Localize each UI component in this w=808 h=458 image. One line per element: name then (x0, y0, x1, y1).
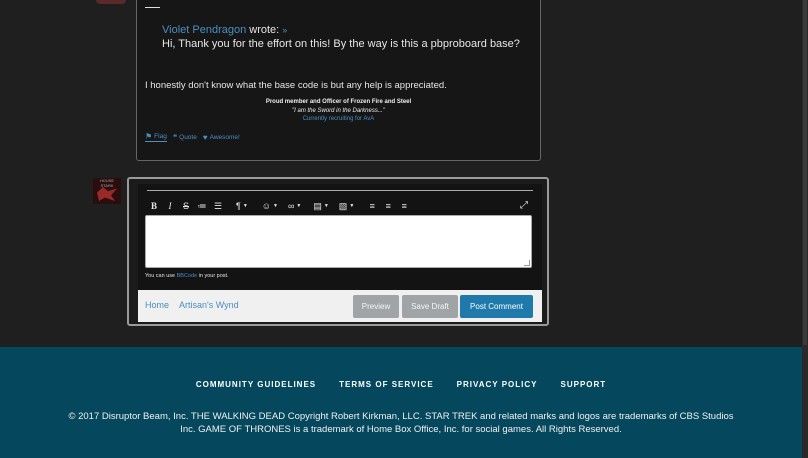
community-guidelines-link[interactable]: COMMUNITY GUIDELINES (196, 380, 316, 389)
emoji-icon: ☺ (261, 201, 271, 211)
resize-handle[interactable] (524, 260, 530, 266)
ordered-list-icon[interactable]: ≔ (196, 199, 208, 213)
copyright-text: © 2017 Disruptor Beam, Inc. THE WALKING … (40, 410, 762, 436)
post-body-text: I honestly don't know what the base code… (145, 80, 447, 91)
copyright-line-2: Inc. GAME OF THRONES is a trademark of H… (180, 424, 622, 435)
awesome-button[interactable]: ♥ Awesome! (203, 133, 240, 142)
breadcrumb-home-link[interactable]: Home (145, 300, 169, 310)
paragraph-format-dropdown[interactable]: ¶ ▼ (236, 199, 248, 213)
document-dropdown[interactable]: ▤ ▼ (313, 199, 328, 213)
support-link[interactable]: SUPPORT (561, 380, 607, 389)
comment-editor: B I S ≔ ☰ ¶ ▼ ☺ ▼ ∞ ▼ ▤ ▼ ▧ ▼ ≡ ≡ ≡ ⤢ You can… (127, 177, 549, 326)
quote-author-link[interactable]: Violet Pendragon (162, 24, 246, 36)
fullscreen-icon[interactable]: ⤢ (520, 200, 528, 211)
heart-icon: ♥ (202, 132, 208, 142)
editor-panel: B I S ≔ ☰ ¶ ▼ ☺ ▼ ∞ ▼ ▤ ▼ ▧ ▼ ≡ ≡ ≡ ⤢ You can… (138, 184, 542, 322)
image-dropdown[interactable]: ▧ ▼ (339, 199, 354, 213)
emoji-dropdown[interactable]: ☺ ▼ (262, 199, 278, 213)
save-draft-button[interactable]: Save Draft (402, 295, 458, 318)
quote-header: Violet Pendragon wrote: » (162, 24, 287, 36)
breadcrumb-board-link[interactable]: Artisan's Wynd (179, 300, 239, 310)
signature-line-1: Proud member and Officer of Frozen Fire … (265, 99, 412, 105)
align-center-icon[interactable]: ≡ (382, 199, 394, 213)
paragraph-icon: ¶ (236, 201, 241, 211)
link-icon: ∞ (287, 201, 295, 211)
preview-button[interactable]: Preview (353, 295, 399, 318)
bbcode-note: You can use BBCode in your post. (145, 273, 229, 279)
bbcode-prefix: You can use (145, 273, 176, 279)
terms-of-service-link[interactable]: TERMS OF SERVICE (339, 380, 434, 389)
avatar-label: HOUSE STARK (99, 178, 115, 188)
direwolf-sigil-icon (97, 187, 117, 201)
awesome-label: Awesome! (209, 133, 240, 141)
quote-button[interactable]: ❝ Quote (173, 133, 197, 142)
editor-toolbar: B I S ≔ ☰ ¶ ▼ ☺ ▼ ∞ ▼ ▤ ▼ ▧ ▼ ≡ ≡ ≡ (148, 199, 410, 213)
breadcrumb: Home Artisan's Wynd (145, 300, 239, 310)
align-left-icon[interactable]: ≡ (366, 199, 378, 213)
post-actions: ⚑ Flag ❝ Quote ♥ Awesome! (145, 132, 240, 142)
quote-label: Quote (179, 133, 197, 141)
bbcode-link[interactable]: BBCode (177, 273, 198, 279)
privacy-policy-link[interactable]: PRIVACY POLICY (457, 380, 538, 389)
previous-avatar (96, 0, 126, 4)
chevron-down-icon: ▼ (273, 203, 278, 209)
post-comment-button[interactable]: Post Comment (460, 295, 533, 318)
site-footer: COMMUNITY GUIDELINES TERMS OF SERVICE PR… (0, 347, 802, 458)
signature-recruiting-link[interactable]: Currently recruiting for AvA (137, 116, 540, 122)
flag-label: Flag (154, 133, 167, 140)
quote-source-link-icon[interactable]: » (282, 25, 287, 35)
signature-line-2: "I am the Sword in the Darkness..." (292, 108, 385, 114)
italic-icon[interactable]: I (164, 199, 176, 213)
editor-divider (147, 190, 533, 191)
chevron-down-icon: ▼ (296, 203, 302, 209)
divider (145, 7, 160, 8)
scrollbar-thumb[interactable] (803, 0, 807, 345)
user-avatar[interactable]: HOUSE STARK (93, 178, 121, 204)
document-icon: ▤ (313, 200, 322, 211)
unordered-list-icon[interactable]: ☰ (212, 199, 224, 213)
quote-icon: ❝ (172, 132, 178, 142)
footer-links: COMMUNITY GUIDELINES TERMS OF SERVICE PR… (0, 380, 802, 389)
flag-icon: ⚑ (145, 132, 153, 141)
chevron-down-icon: ▼ (242, 203, 248, 209)
chevron-down-icon: ▼ (323, 203, 329, 209)
post-card: Violet Pendragon wrote: » Hi, Thank you … (136, 0, 541, 161)
page-scrollbar[interactable] (802, 0, 808, 458)
link-dropdown[interactable]: ∞ ▼ (288, 199, 301, 213)
flag-button[interactable]: ⚑ Flag (145, 132, 167, 142)
quote-wrote-label: wrote: (249, 24, 280, 36)
comment-textarea[interactable] (145, 215, 532, 268)
chevron-down-icon: ▼ (349, 203, 355, 209)
image-icon: ▧ (338, 200, 348, 211)
strikethrough-icon[interactable]: S (180, 199, 192, 213)
bbcode-suffix: in your post. (198, 273, 229, 279)
copyright-line-1: © 2017 Disruptor Beam, Inc. THE WALKING … (68, 411, 734, 422)
quote-text: Hi, Thank you for the effort on this! By… (162, 38, 520, 50)
align-right-icon[interactable]: ≡ (398, 199, 410, 213)
editor-action-bar: Home Artisan's Wynd Preview Save Draft P… (138, 290, 542, 322)
bold-icon[interactable]: B (148, 199, 160, 213)
